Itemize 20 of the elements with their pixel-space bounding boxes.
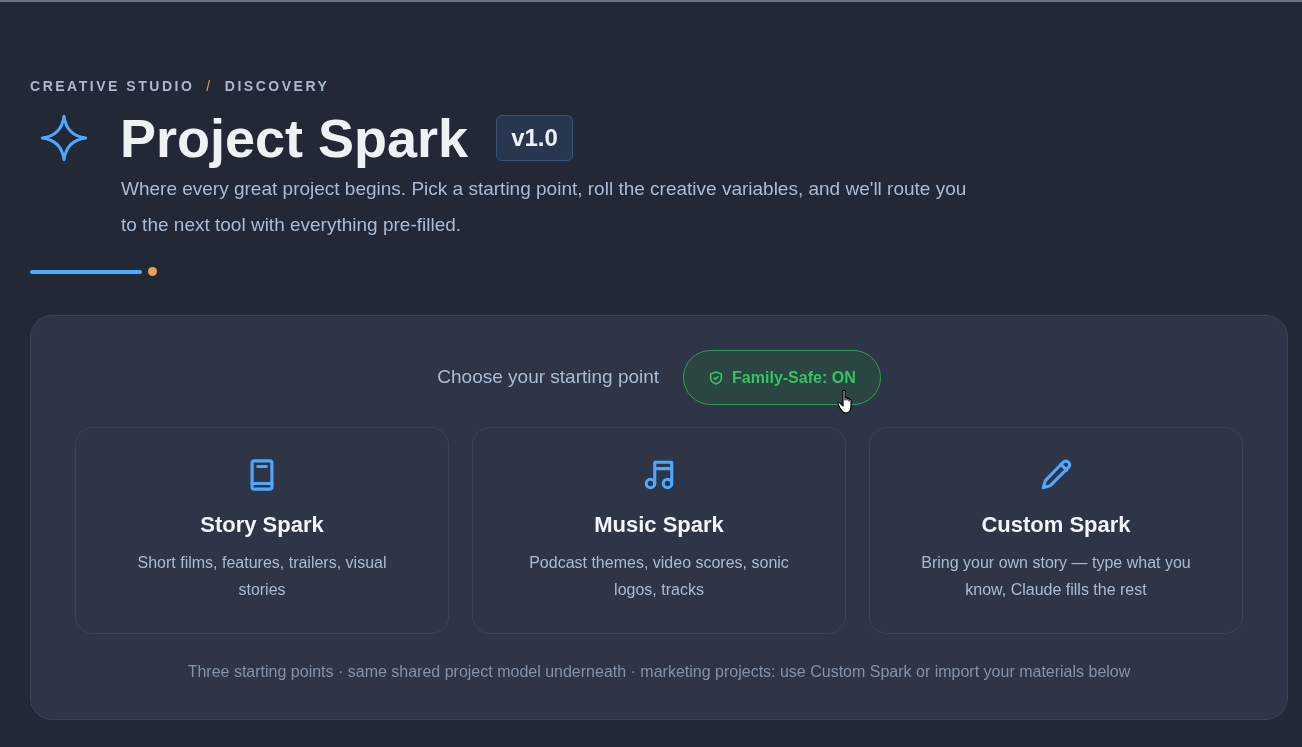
sparkle-icon bbox=[38, 112, 90, 164]
breadcrumb-separator: / bbox=[206, 77, 213, 96]
shield-icon bbox=[708, 369, 725, 386]
breadcrumb-item[interactable]: CREATIVE STUDIO bbox=[30, 76, 195, 97]
card-title: Story Spark bbox=[200, 511, 324, 539]
breadcrumb-item: DISCOVERY bbox=[224, 77, 330, 96]
card-title: Music Spark bbox=[594, 511, 724, 539]
spark-card[interactable]: Story Spark Short films, features, trailers, visual stories bbox=[75, 427, 449, 634]
page-description: Where every great project begins. Pick a starting point, roll the creative variables, and we'll route you to the next tool with everything pre-filled. bbox=[121, 177, 968, 237]
pencil-icon bbox=[1039, 458, 1073, 492]
card-title: Custom Spark bbox=[981, 511, 1131, 539]
spark-card[interactable]: Custom Spark Bring your own story — type what you know, Claude fills the rest bbox=[869, 427, 1243, 634]
version-badge: v1.0 bbox=[496, 115, 573, 161]
card-description: Podcast themes, video scores, sonic logos, tracks bbox=[528, 553, 790, 600]
footnote: Three starting points · same shared project model underneath · marketing projects: use Custom Spark or import your materials below bbox=[186, 662, 1132, 682]
music-note-icon bbox=[642, 458, 676, 492]
card-description: Bring your own story — type what you know, Claude fills the rest bbox=[920, 553, 1192, 600]
spark-card[interactable]: Music Spark Podcast themes, video scores, sonic logos, tracks bbox=[472, 427, 846, 634]
card-description: Short films, features, trailers, visual stories bbox=[136, 553, 388, 600]
picker-heading: Choose your starting point bbox=[437, 365, 660, 390]
